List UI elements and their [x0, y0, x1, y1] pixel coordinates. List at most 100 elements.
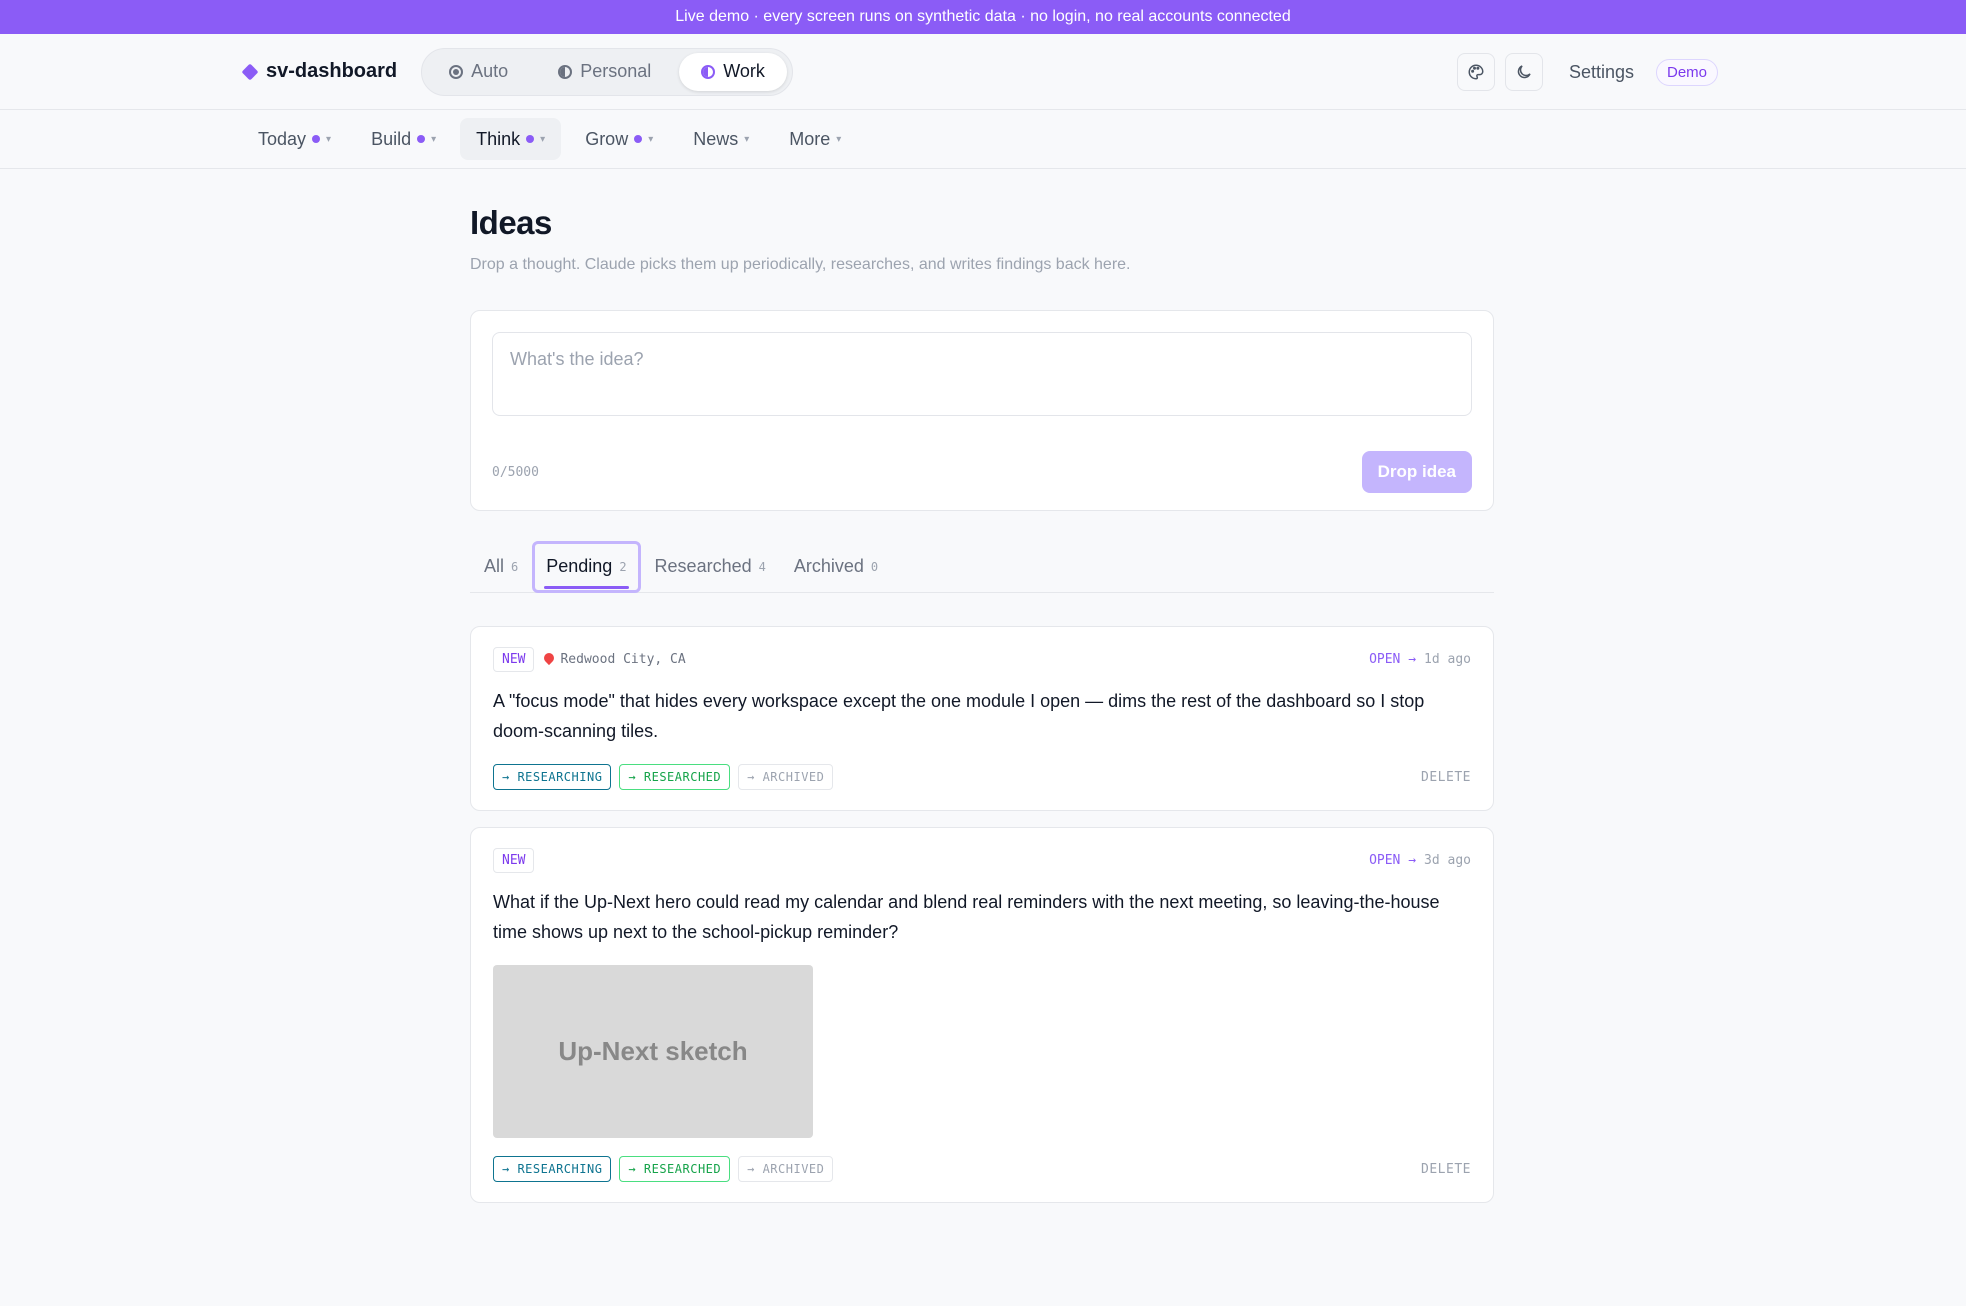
nav-item-grow[interactable]: Grow ▾	[569, 118, 669, 160]
caret-down-icon: ▾	[648, 133, 654, 145]
mark-researched-button[interactable]: → RESEARCHED	[619, 764, 731, 790]
idea-meta: NEW	[493, 848, 535, 873]
tab-label: Pending	[546, 556, 613, 576]
status-buttons: → RESEARCHING → RESEARCHED → ARCHIVED	[493, 764, 834, 790]
idea-open-meta: OPEN → 1d ago	[1369, 652, 1471, 667]
nav-item-think[interactable]: Think ▾	[460, 118, 562, 160]
nav-item-label: Today	[258, 128, 307, 149]
nav-item-news[interactable]: News ▾	[677, 118, 765, 160]
demo-badge: Demo	[1655, 58, 1718, 86]
page-subtitle: Drop a thought. Claude picks them up per…	[470, 256, 1131, 273]
mode-personal-label: Personal	[580, 61, 652, 81]
personal-mode-icon	[558, 64, 573, 79]
mode-work-label: Work	[723, 61, 765, 81]
location-text: Redwood City, CA	[560, 652, 686, 667]
caret-down-icon: ▾	[326, 133, 332, 145]
palette-button[interactable]	[1456, 53, 1495, 91]
tab-label: Researched	[654, 556, 752, 576]
section-nav: Today ▾ Build ▾ Think ▾ Grow ▾ News ▾ Mo…	[0, 110, 1966, 169]
status-badge: NEW	[493, 647, 535, 672]
open-link[interactable]: OPEN →	[1369, 652, 1416, 667]
drop-idea-button[interactable]: Drop idea	[1361, 451, 1472, 493]
demo-banner: Live demo · every screen runs on synthet…	[0, 0, 1966, 34]
caret-down-icon: ▾	[836, 133, 842, 145]
idea-actions: → RESEARCHING → RESEARCHED → ARCHIVED DE…	[493, 764, 1471, 790]
mode-auto-label: Auto	[471, 61, 509, 81]
mode-switch: Auto Personal Work	[421, 47, 793, 96]
notification-dot-icon	[526, 135, 535, 143]
timestamp: 3d ago	[1424, 853, 1471, 868]
top-bar: sv-dashboard Auto Personal Work Settings…	[0, 34, 1966, 110]
idea-card: NEW Redwood City, CA OPEN → 1d ago A "fo…	[470, 626, 1494, 811]
page-title: Ideas	[470, 204, 552, 241]
tab-count: 6	[511, 559, 519, 574]
brand-name: sv-dashboard	[266, 60, 398, 82]
header-tools: Settings Demo	[1456, 34, 1718, 110]
filter-tabs: All 6 Pending 2 Researched 4 Archived 0	[470, 540, 1494, 593]
nav-item-more[interactable]: More ▾	[773, 118, 857, 160]
mark-researched-button[interactable]: → RESEARCHED	[619, 1156, 731, 1182]
nav-item-label: Grow	[585, 128, 629, 149]
delete-button[interactable]: DELETE	[1421, 1162, 1471, 1177]
ideas-page: Ideas Drop a thought. Claude picks them …	[470, 204, 1494, 1203]
idea-text: What if the Up-Next hero could read my c…	[493, 892, 1440, 942]
timestamp: 1d ago	[1424, 652, 1471, 667]
tab-count: 0	[870, 559, 879, 574]
mode-work[interactable]: Work	[679, 52, 787, 91]
tab-count: 2	[619, 559, 627, 574]
idea-text: A "focus mode" that hides every workspac…	[493, 691, 1425, 741]
idea-location: Redwood City, CA	[542, 650, 686, 667]
tab-all[interactable]: All 6	[470, 541, 532, 593]
idea-card-header: NEW OPEN → 3d ago	[493, 848, 1471, 873]
compose-footer: 0/5000 Drop idea	[492, 451, 1472, 493]
auto-mode-icon	[449, 64, 464, 79]
mark-researching-button[interactable]: → RESEARCHING	[493, 764, 612, 790]
status-badge: NEW	[493, 848, 535, 873]
nav-item-label: Think	[476, 128, 521, 149]
nav-item-build[interactable]: Build ▾	[355, 118, 452, 160]
tab-pending[interactable]: Pending 2	[532, 540, 641, 593]
nav-item-label: News	[693, 128, 739, 149]
idea-image-thumbnail[interactable]: Up-Next sketch	[493, 965, 813, 1138]
idea-actions: → RESEARCHING → RESEARCHED → ARCHIVED DE…	[493, 1156, 1471, 1182]
notification-dot-icon	[634, 135, 643, 143]
notification-dot-icon	[312, 135, 321, 143]
mark-archived-button[interactable]: → ARCHIVED	[738, 1156, 834, 1182]
idea-card: NEW OPEN → 3d ago What if the Up-Next he…	[470, 827, 1494, 1203]
tab-researched[interactable]: Researched 4	[641, 541, 780, 593]
nav-item-label: Build	[371, 128, 412, 149]
mark-archived-button[interactable]: → ARCHIVED	[738, 764, 834, 790]
moon-icon	[1517, 65, 1531, 79]
caret-down-icon: ▾	[431, 133, 437, 145]
idea-input[interactable]	[492, 332, 1472, 416]
image-placeholder-label: Up-Next sketch	[558, 1036, 748, 1066]
idea-meta: NEW Redwood City, CA	[493, 647, 686, 672]
palette-icon	[1468, 64, 1484, 80]
location-pin-icon	[542, 650, 557, 665]
work-mode-icon	[701, 64, 716, 79]
mode-auto[interactable]: Auto	[427, 53, 530, 91]
mark-researching-button[interactable]: → RESEARCHING	[493, 1156, 612, 1182]
tab-label: All	[484, 556, 505, 576]
delete-button[interactable]: DELETE	[1421, 770, 1471, 785]
idea-card-header: NEW Redwood City, CA OPEN → 1d ago	[493, 647, 1471, 672]
caret-down-icon: ▾	[540, 133, 546, 145]
status-buttons: → RESEARCHING → RESEARCHED → ARCHIVED	[493, 1156, 834, 1182]
nav-item-label: More	[789, 128, 831, 149]
open-link[interactable]: OPEN →	[1369, 853, 1416, 868]
idea-open-meta: OPEN → 3d ago	[1369, 853, 1471, 868]
mode-personal[interactable]: Personal	[536, 53, 673, 91]
notification-dot-icon	[417, 135, 426, 143]
brand-logo[interactable]: sv-dashboard	[241, 60, 398, 83]
settings-link[interactable]: Settings	[1569, 62, 1634, 83]
nav-item-today[interactable]: Today ▾	[242, 118, 347, 160]
caret-down-icon: ▾	[744, 133, 750, 145]
char-counter: 0/5000	[492, 464, 539, 480]
tab-label: Archived	[793, 556, 864, 576]
brand-diamond-icon	[241, 63, 259, 80]
tab-count: 4	[758, 559, 766, 574]
demo-banner-text: Live demo · every screen runs on synthet…	[675, 8, 1291, 25]
tab-archived[interactable]: Archived 0	[780, 541, 892, 593]
theme-toggle-button[interactable]	[1504, 53, 1543, 91]
idea-compose-card: 0/5000 Drop idea	[470, 310, 1494, 511]
